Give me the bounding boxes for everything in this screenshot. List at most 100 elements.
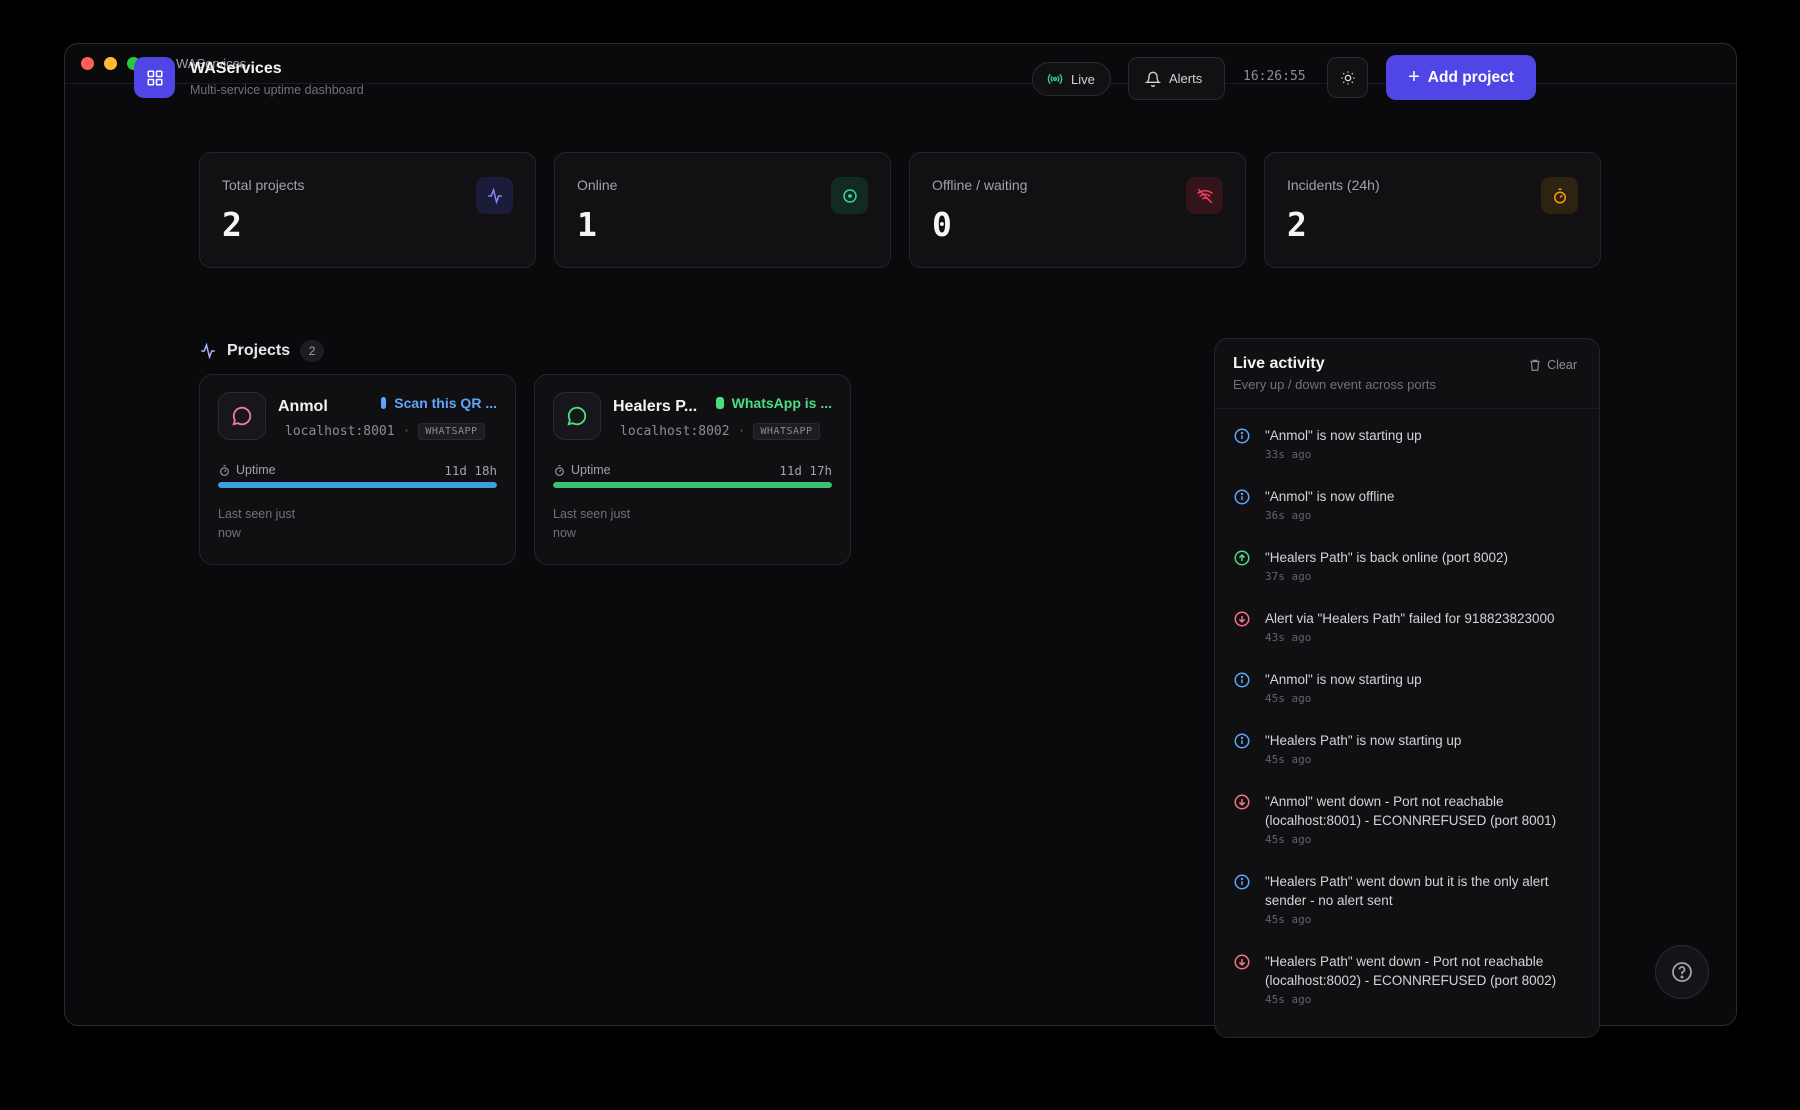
live-activity-header: Live activity Every up / down event acro…: [1215, 339, 1599, 409]
live-activity-title: Live activity: [1233, 355, 1325, 372]
theme-toggle-button[interactable]: [1327, 57, 1368, 98]
info-icon: [1234, 672, 1250, 688]
activity-text: "Anmol" went down - Port not reachable (…: [1265, 794, 1557, 828]
app-logo: [134, 57, 175, 98]
activity-icon: [476, 177, 513, 214]
stat-total-projects: Total projects 2: [199, 152, 536, 268]
activity-text: "Healers Path" is back online (port 8002…: [1265, 550, 1508, 565]
uptime-bar: [553, 482, 832, 488]
activity-time: 45s ago: [1265, 913, 1312, 926]
uptime-bar-fill: [553, 482, 832, 488]
uptime-label: Uptime: [218, 463, 276, 477]
stat-label: Incidents (24h): [1287, 177, 1380, 193]
project-type-tag: WHATSAPP: [753, 423, 820, 440]
activity-item: "Healers Path" went down but it is the o…: [1233, 872, 1583, 926]
activity-text: "Healers Path" went down but it is the o…: [1265, 874, 1549, 908]
last-seen: Last seen just now: [553, 507, 631, 540]
activity-time: 43s ago: [1265, 631, 1312, 644]
stat-label: Offline / waiting: [932, 177, 1028, 193]
activity-item: "Anmol" is now starting up 33s ago: [1233, 426, 1583, 461]
project-status: WhatsApp is ...: [715, 395, 832, 411]
clear-label: Clear: [1547, 358, 1577, 372]
chat-icon: [218, 392, 266, 440]
uptime-label-text: Uptime: [236, 463, 276, 477]
project-status-text: Scan this QR ...: [394, 395, 497, 411]
last-seen: Last seen just now: [218, 507, 296, 540]
arrow-down-circle-icon: [1234, 954, 1250, 970]
online-dot-icon: [831, 177, 868, 214]
activity-time: 33s ago: [1265, 448, 1312, 461]
activity-text: "Anmol" is now starting up: [1265, 672, 1422, 687]
live-activity-panel: Live activity Every up / down event acro…: [1214, 338, 1600, 1038]
sun-icon: [1340, 70, 1355, 85]
add-project-label: Add project: [1427, 68, 1514, 86]
uptime-bar-fill: [218, 482, 497, 488]
activity-time: 45s ago: [1265, 753, 1312, 766]
project-host-text: localhost:8002: [620, 424, 730, 439]
live-indicator[interactable]: Live: [1032, 62, 1111, 96]
plus-icon: +: [1408, 66, 1420, 88]
stat-value: 1: [577, 205, 597, 244]
live-activity-subtitle: Every up / down event across ports: [1233, 377, 1437, 392]
project-type-tag: WHATSAPP: [418, 423, 485, 440]
activity-text: "Anmol" is now starting up: [1265, 428, 1422, 443]
timer-icon: [220, 464, 229, 476]
activity-item: "Anmol" went down - Port not reachable (…: [1233, 792, 1583, 846]
project-status-text: WhatsApp is ...: [731, 395, 832, 411]
activity-item: "Healers Path" is back online (port 8002…: [1233, 548, 1583, 583]
wifi-off-icon: [1186, 177, 1223, 214]
trash-icon: [1530, 359, 1540, 371]
close-window-button[interactable]: [81, 57, 94, 70]
stat-label: Total projects: [222, 177, 305, 193]
stat-label: Online: [577, 177, 618, 193]
clock: 16:26:55: [1243, 69, 1306, 84]
project-name: Healers P...: [613, 398, 698, 415]
projects-header: Projects 2: [199, 340, 325, 362]
live-label: Live: [1071, 71, 1095, 87]
uptime-value: 11d 18h: [444, 463, 497, 478]
project-name: Anmol: [278, 398, 328, 415]
uptime-label-text: Uptime: [571, 463, 611, 477]
activity-item: Alert via "Healers Path" failed for 9188…: [1233, 609, 1583, 644]
activity-icon: [201, 342, 215, 360]
help-button[interactable]: [1655, 945, 1709, 999]
project-status: Scan this QR ...: [381, 395, 497, 411]
arrow-down-circle-icon: [1234, 611, 1250, 627]
stat-value: 2: [222, 205, 242, 244]
chat-icon: [553, 392, 601, 440]
activity-text: "Healers Path" went down - Port not reac…: [1265, 954, 1557, 988]
info-icon: [1234, 428, 1250, 444]
arrow-up-circle-icon: [1234, 550, 1250, 566]
alerts-label: Alerts: [1169, 71, 1203, 86]
project-host: localhost:8002 · WHATSAPP: [620, 423, 820, 440]
stat-value: 2: [1287, 205, 1307, 244]
clear-button[interactable]: Clear: [1528, 358, 1577, 372]
timer-icon: [555, 464, 564, 476]
alerts-button[interactable]: Alerts: [1128, 57, 1225, 100]
add-project-button[interactable]: + Add project: [1386, 55, 1536, 100]
timer-icon: [1541, 177, 1578, 214]
brand-subtitle: Multi-service uptime dashboard: [190, 83, 364, 97]
activity-item: "Healers Path" went down - Port not reac…: [1233, 952, 1583, 1006]
status-indicator: [381, 397, 387, 409]
project-card[interactable]: Anmol Scan this QR ... localhost:8001 · …: [199, 374, 516, 565]
projects-title: Projects: [227, 342, 291, 359]
minimize-window-button[interactable]: [104, 57, 117, 70]
project-host: localhost:8001 · WHATSAPP: [285, 423, 485, 440]
activity-item: "Anmol" is now offline 36s ago: [1233, 487, 1583, 522]
info-icon: [1234, 874, 1250, 890]
stat-offline-waiting: Offline / waiting 0: [909, 152, 1246, 268]
project-card[interactable]: Healers P... WhatsApp is ... localhost:8…: [534, 374, 851, 565]
activity-text: "Healers Path" is now starting up: [1265, 733, 1462, 748]
activity-item: "Healers Path" is now starting up 45s ago: [1233, 731, 1583, 766]
brand-name: WAServices: [190, 60, 282, 77]
activity-time: 45s ago: [1265, 833, 1312, 846]
activity-time: 45s ago: [1265, 993, 1312, 1006]
project-host-text: localhost:8001: [285, 424, 395, 439]
arrow-down-circle-icon: [1234, 794, 1250, 810]
activity-time: 36s ago: [1265, 509, 1312, 522]
stat-value: 0: [932, 205, 952, 244]
projects-count-badge: 2: [300, 340, 325, 362]
activity-item: "Anmol" is now starting up 45s ago: [1233, 670, 1583, 705]
activity-time: 45s ago: [1265, 692, 1312, 705]
